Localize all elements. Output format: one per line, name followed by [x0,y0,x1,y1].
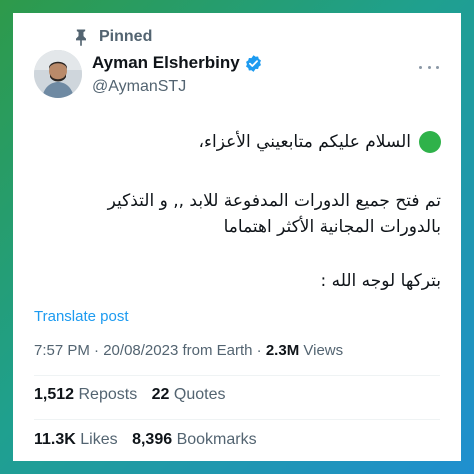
quotes-stat[interactable]: 22 Quotes [152,386,226,403]
post-time[interactable]: 7:57 PM [34,342,90,359]
divider-1 [34,375,440,376]
tweet-line-4: بتركها لوجه الله : [320,271,441,291]
meta-separator: · [94,342,100,359]
likes-count: 11.3K [34,431,76,448]
tweet-line-1-text: السلام عليكم متابعيني الأعزاء، [198,132,411,152]
bookmarks-label: Bookmarks [176,431,257,448]
pinned-indicator: Pinned [71,27,152,47]
more-options-icon[interactable] [419,60,439,74]
reposts-stat[interactable]: 1,512 Reposts [34,386,142,403]
author-info: Ayman Elsherbiny @AymanSTJ [92,53,263,96]
verified-badge-icon [244,54,263,73]
green-circle-icon [419,131,441,153]
likes-label: Likes [80,431,118,448]
reposts-count: 1,512 [34,386,75,403]
views-count: 2.3M [265,342,300,359]
translate-post-link[interactable]: Translate post [34,308,129,325]
tweet-line-1: السلام عليكم متابعيني الأعزاء، [33,131,441,153]
tweet-line-2: تم فتح جميع الدورات المدفوعة للابد ,, و … [107,191,441,211]
bookmarks-count: 8,396 [132,431,173,448]
likes-stat[interactable]: 11.3K Likes [34,431,122,448]
post-source: from Earth [182,342,253,359]
author-handle[interactable]: @AymanSTJ [92,78,263,96]
tweet-card: Pinned Ayman Elsherbiny @AymanSTJ السلام… [13,13,461,461]
engagement-stats: 11.3K Likes 8,396 Bookmarks [34,431,267,449]
post-date[interactable]: 20/08/2023 [103,342,178,359]
views-label: Views [303,342,344,359]
tweet-line-3: بالدورات المجانية الأكثر اهتماما [223,217,441,237]
quotes-label: Quotes [173,386,226,403]
quotes-count: 22 [151,386,170,403]
bookmarks-stat[interactable]: 8,396 Bookmarks [132,431,257,448]
meta-separator-2: · [256,342,262,359]
author-display-name[interactable]: Ayman Elsherbiny [92,53,240,73]
pin-icon [71,27,91,47]
pinned-label: Pinned [99,28,153,45]
divider-2 [34,419,440,420]
avatar[interactable] [34,50,82,98]
post-meta: 7:57 PM · 20/08/2023 from Earth · 2.3M V… [34,342,343,359]
repost-stats: 1,512 Reposts 22 Quotes [34,386,236,404]
reposts-label: Reposts [78,386,138,403]
